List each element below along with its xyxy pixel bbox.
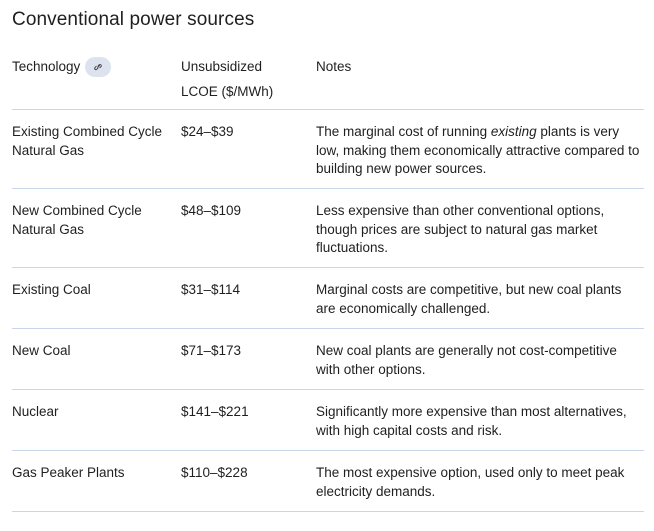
technology-cell: New Coal <box>12 343 71 358</box>
technology-cell: Gas Peaker Plants <box>12 465 125 480</box>
lcoe-cell: $48–$109 <box>181 203 242 218</box>
technology-cell: Nuclear <box>12 404 59 419</box>
notes-cell: Less expensive than other conventional o… <box>316 203 605 255</box>
table-row: Gas Peaker Plants $110–$228 The most exp… <box>12 451 644 512</box>
header-technology-cell: Technology <box>12 54 181 109</box>
header-lcoe-line1: Unsubsidized <box>181 59 263 74</box>
table-row: Existing Coal $31–$114 Marginal costs ar… <box>12 268 644 329</box>
header-technology: Technology <box>12 59 81 74</box>
header-lcoe: Unsubsidized LCOE ($/MWh) <box>181 54 316 109</box>
link-icon[interactable] <box>85 56 112 77</box>
technology-cell: New Combined Cycle Natural Gas <box>12 203 142 237</box>
header-lcoe-line2: LCOE ($/MWh) <box>181 84 274 99</box>
notes-cell: The marginal cost of running existing pl… <box>316 123 644 188</box>
lcoe-cell: $31–$114 <box>181 282 241 297</box>
page-title: Conventional power sources <box>12 9 255 30</box>
notes-text: The marginal cost of running <box>316 124 491 139</box>
table-header-row: Technology Unsubsidized LCOE ($/MWh) Not… <box>12 52 644 110</box>
notes-cell: Marginal costs are competitive, but new … <box>316 282 622 316</box>
technology-cell: Existing Combined Cycle Natural Gas <box>12 124 163 158</box>
lcoe-cell: $110–$228 <box>181 465 248 480</box>
table-row: New Coal $71–$173 New coal plants are ge… <box>12 329 644 390</box>
notes-cell: New coal plants are generally not cost-c… <box>316 343 617 377</box>
header-notes: Notes <box>316 59 352 74</box>
lcoe-cell: $24–$39 <box>181 124 234 139</box>
table-row: Existing Combined Cycle Natural Gas $24–… <box>12 110 644 189</box>
lcoe-cell: $71–$173 <box>181 343 242 358</box>
technology-cell: Existing Coal <box>12 282 91 297</box>
notes-emphasis: existing <box>490 124 537 139</box>
table-row: New Combined Cycle Natural Gas $48–$109 … <box>12 189 644 268</box>
notes-cell: The most expensive option, used only to … <box>316 465 625 499</box>
power-sources-table: Technology Unsubsidized LCOE ($/MWh) Not… <box>12 52 644 512</box>
lcoe-cell: $141–$221 <box>181 404 249 419</box>
notes-cell: Significantly more expensive than most a… <box>316 404 627 438</box>
table-row: Nuclear $141–$221 Significantly more exp… <box>12 390 644 451</box>
